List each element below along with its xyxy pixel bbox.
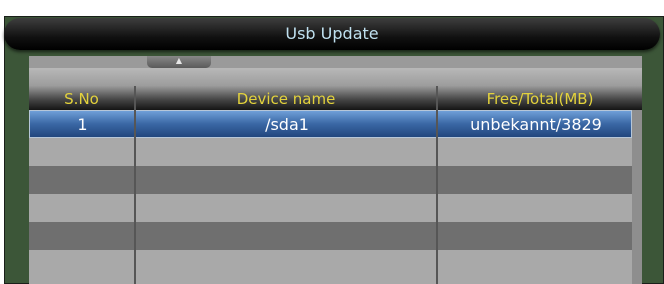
table-top-area [29, 68, 642, 86]
column-header-device-name: Device name [236, 90, 336, 108]
column-divider [436, 86, 438, 284]
table-row-empty[interactable] [29, 138, 632, 166]
scroll-up-indicator[interactable]: ▲ [147, 56, 211, 68]
table-row-empty[interactable] [29, 166, 632, 194]
table-row-empty[interactable] [29, 194, 632, 222]
cell-free-total: unbekannt/3829 [470, 115, 602, 134]
column-divider [134, 86, 136, 284]
column-header-sno: S.No [64, 90, 99, 108]
cell-sno: 1 [77, 115, 88, 134]
table-right-edge [632, 110, 642, 284]
usb-update-screen: Usb Update ▲ S.No Device name Free/Total… [0, 0, 664, 284]
table-row-empty[interactable] [29, 222, 632, 250]
table-header: S.No Device name Free/Total(MB) [29, 86, 642, 110]
column-header-free-total: Free/Total(MB) [486, 90, 594, 108]
table-row-selected[interactable]: 1 /sda1 unbekannt/3829 [29, 110, 632, 138]
cell-device-name: /sda1 [265, 115, 309, 134]
table-row-empty[interactable] [29, 250, 632, 284]
chevron-up-icon: ▲ [175, 56, 183, 65]
dialog-title: Usb Update [285, 24, 379, 43]
title-bar: Usb Update [4, 18, 660, 50]
